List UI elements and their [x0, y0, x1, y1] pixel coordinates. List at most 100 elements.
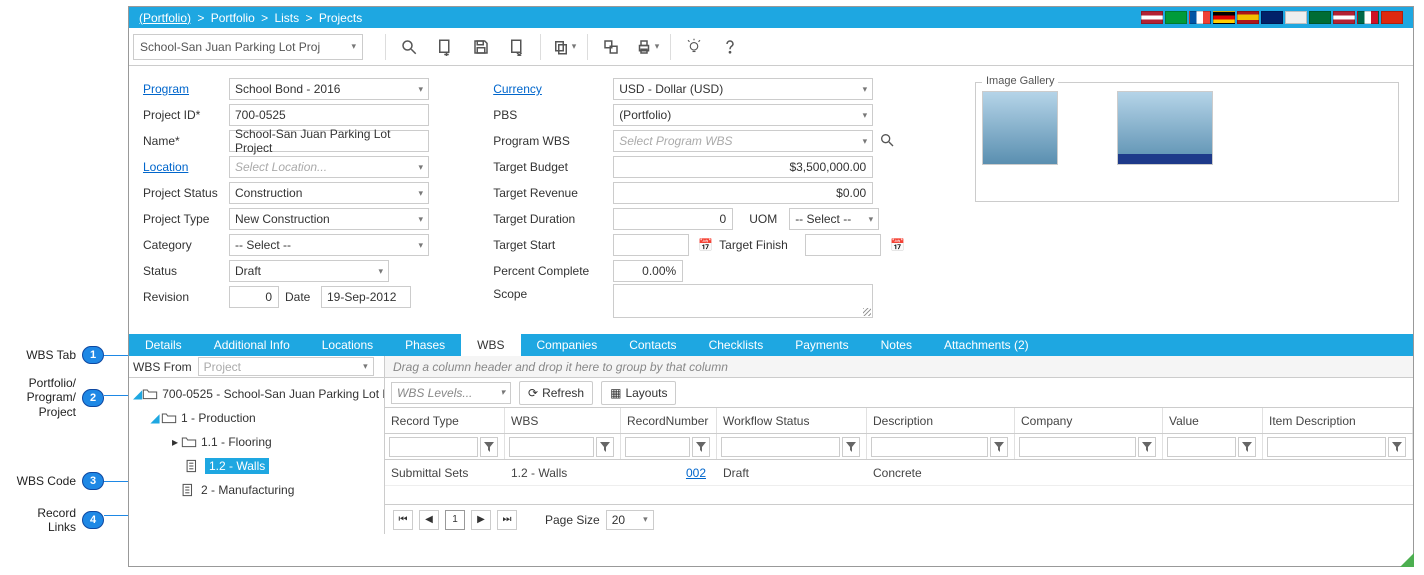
location-select[interactable]: Select Location...▾	[229, 156, 429, 178]
date-input[interactable]: 19-Sep-2012	[321, 286, 411, 308]
wbs-levels-select[interactable]: WBS Levels...▾	[391, 382, 511, 404]
col-wbs[interactable]: WBS	[505, 408, 621, 433]
target-finish-input[interactable]	[805, 234, 881, 256]
tree-node-walls[interactable]: 1.2 - Walls	[129, 454, 384, 478]
flag-sa[interactable]	[1309, 11, 1331, 24]
filter-icon[interactable]	[1138, 437, 1156, 457]
col-record-type[interactable]: Record Type	[385, 408, 505, 433]
target-duration-input[interactable]: 0	[613, 208, 733, 230]
scope-textarea[interactable]	[613, 284, 873, 318]
pager-last[interactable]: ⏭	[497, 510, 517, 530]
flag-es[interactable]	[1237, 11, 1259, 24]
page-size-select[interactable]: 20▾	[606, 510, 654, 530]
tree-node-production[interactable]: ◢ 1 - Production	[129, 406, 384, 430]
filter-wf[interactable]	[721, 437, 840, 457]
target-start-input[interactable]	[613, 234, 689, 256]
uom-select[interactable]: -- Select --▾	[789, 208, 879, 230]
col-record-number[interactable]: RecordNumber	[621, 408, 717, 433]
crumb-root[interactable]: (Portfolio)	[139, 11, 191, 25]
pbs-select[interactable]: (Portfolio)▾	[613, 104, 873, 126]
col-item-description[interactable]: Item Description	[1263, 408, 1413, 433]
filter-rt[interactable]	[389, 437, 478, 457]
pager-page[interactable]: 1	[445, 510, 465, 530]
filter-co[interactable]	[1019, 437, 1136, 457]
col-description[interactable]: Description	[867, 408, 1015, 433]
tab-notes[interactable]: Notes	[865, 334, 928, 356]
refresh-button[interactable]: ⟳Refresh	[519, 381, 593, 405]
print-dropdown-icon[interactable]	[632, 32, 662, 62]
tree-node-root[interactable]: ◢ 700-0525 - School-San Juan Parking Lot…	[129, 382, 384, 406]
label-currency[interactable]: Currency	[493, 82, 613, 96]
tab-details[interactable]: Details	[129, 334, 198, 356]
currency-select[interactable]: USD - Dollar (USD)▾	[613, 78, 873, 100]
tab-locations[interactable]: Locations	[306, 334, 389, 356]
flag-fr[interactable]	[1189, 11, 1211, 24]
status-select[interactable]: Draft▾	[229, 260, 389, 282]
tree-node-flooring[interactable]: ▸ 1.1 - Flooring	[129, 430, 384, 454]
tab-companies[interactable]: Companies	[521, 334, 614, 356]
calendar-finish-icon[interactable]: 📅	[890, 238, 905, 252]
target-revenue-input[interactable]: $0.00	[613, 182, 873, 204]
tab-contacts[interactable]: Contacts	[613, 334, 692, 356]
flag-us2[interactable]	[1333, 11, 1355, 24]
project-id-input[interactable]: 700-0525	[229, 104, 429, 126]
gallery-thumb-2[interactable]	[1117, 91, 1213, 165]
record-number-link[interactable]: 002	[686, 466, 706, 480]
flag-cn[interactable]	[1381, 11, 1403, 24]
flag-au[interactable]	[1261, 11, 1283, 24]
filter-icon[interactable]	[692, 437, 710, 457]
project-status-select[interactable]: Construction▾	[229, 182, 429, 204]
name-input[interactable]: School-San Juan Parking Lot Project	[229, 130, 429, 152]
program-select[interactable]: School Bond - 2016▾	[229, 78, 429, 100]
program-wbs-select[interactable]: Select Program WBS▾	[613, 130, 873, 152]
flag-generic[interactable]	[1285, 11, 1307, 24]
flag-mx[interactable]	[1357, 11, 1379, 24]
flag-de[interactable]	[1213, 11, 1235, 24]
group-hint[interactable]: Drag a column header and drop it here to…	[385, 356, 1413, 378]
wbs-from-select[interactable]: Project▾	[198, 357, 374, 376]
filter-icon[interactable]	[1238, 437, 1256, 457]
pager-first[interactable]: ⏮	[393, 510, 413, 530]
filter-icon[interactable]	[990, 437, 1008, 457]
table-row[interactable]: Submittal Sets 1.2 - Walls 002 Draft Con…	[385, 460, 1413, 486]
tab-phases[interactable]: Phases	[389, 334, 461, 356]
filter-wbs[interactable]	[509, 437, 594, 457]
revision-input[interactable]: 0	[229, 286, 279, 308]
help-icon[interactable]	[715, 32, 745, 62]
lightbulb-icon[interactable]	[679, 32, 709, 62]
flag-br[interactable]	[1165, 11, 1187, 24]
filter-icon[interactable]	[480, 437, 498, 457]
tab-payments[interactable]: Payments	[779, 334, 864, 356]
flag-us[interactable]	[1141, 11, 1163, 24]
add-doc-icon[interactable]	[430, 32, 460, 62]
project-selector[interactable]: School-San Juan Parking Lot Proj▾	[133, 34, 363, 60]
tree-node-manufacturing[interactable]: 2 - Manufacturing	[129, 478, 384, 502]
search-wbs-icon[interactable]	[879, 132, 895, 151]
save-icon[interactable]	[466, 32, 496, 62]
filter-icon[interactable]	[596, 437, 614, 457]
col-value[interactable]: Value	[1163, 408, 1263, 433]
layouts-button[interactable]: ▦Layouts	[601, 381, 676, 405]
copy-dropdown-icon[interactable]	[549, 32, 579, 62]
gallery-thumb-1[interactable]	[982, 91, 1058, 165]
project-type-select[interactable]: New Construction▾	[229, 208, 429, 230]
tab-attachments[interactable]: Attachments (2)	[928, 334, 1045, 356]
filter-rn[interactable]	[625, 437, 690, 457]
filter-va[interactable]	[1167, 437, 1236, 457]
col-company[interactable]: Company	[1015, 408, 1163, 433]
col-workflow-status[interactable]: Workflow Status	[717, 408, 867, 433]
filter-icon[interactable]	[842, 437, 860, 457]
delete-doc-icon[interactable]	[502, 32, 532, 62]
filter-id[interactable]	[1267, 437, 1386, 457]
label-location[interactable]: Location	[143, 160, 229, 174]
category-select[interactable]: -- Select --▾	[229, 234, 429, 256]
tab-checklists[interactable]: Checklists	[693, 334, 780, 356]
filter-de[interactable]	[871, 437, 988, 457]
tab-additional-info[interactable]: Additional Info	[198, 334, 306, 356]
duplicate-icon[interactable]	[596, 32, 626, 62]
pager-prev[interactable]: ◀	[419, 510, 439, 530]
percent-complete-input[interactable]: 0.00%	[613, 260, 683, 282]
tab-wbs[interactable]: WBS	[461, 334, 520, 356]
target-budget-input[interactable]: $3,500,000.00	[613, 156, 873, 178]
pager-next[interactable]: ▶	[471, 510, 491, 530]
